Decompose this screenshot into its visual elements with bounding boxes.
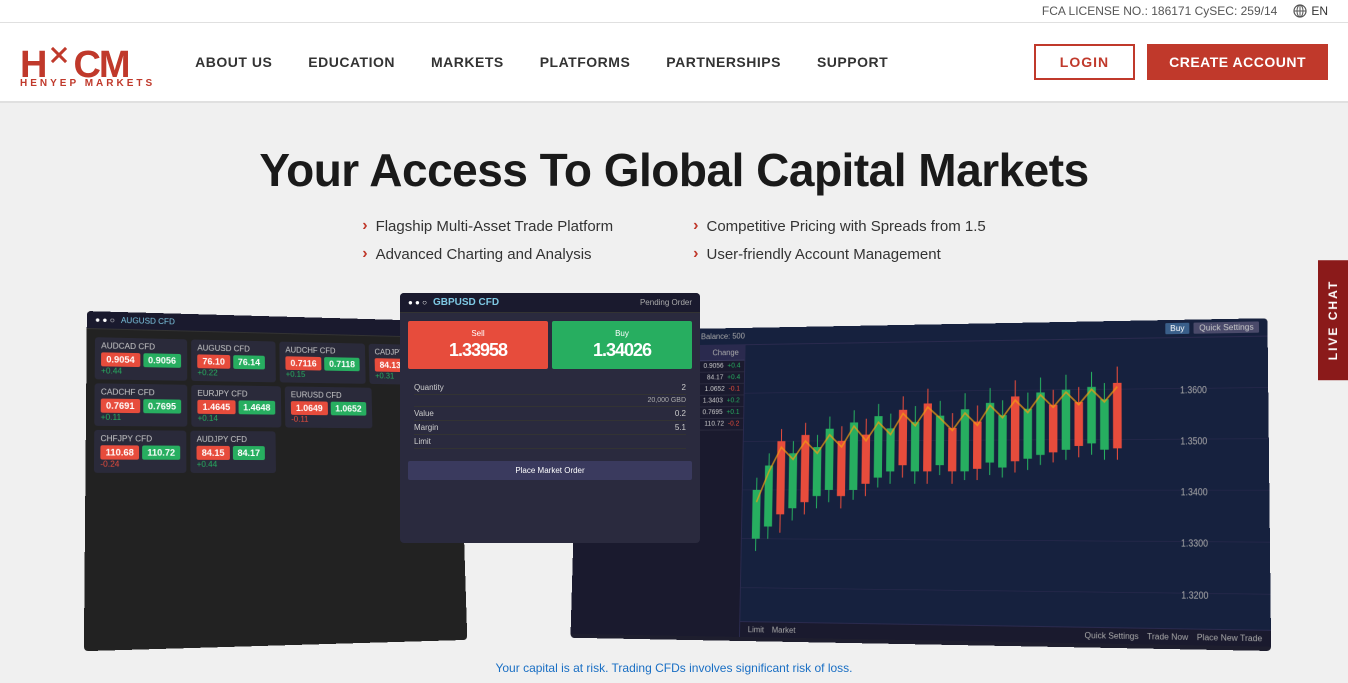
nav-platforms[interactable]: PLATFORMS bbox=[540, 50, 631, 74]
license-text: FCA LICENSE NO.: 186171 CySEC: 259/14 bbox=[1042, 4, 1277, 18]
nav-support[interactable]: SUPPORT bbox=[817, 50, 888, 74]
arrow-icon-3: › bbox=[693, 217, 698, 235]
svg-text:1.3300: 1.3300 bbox=[1181, 537, 1208, 549]
header-actions: LOGIN CREATE ACCOUNT bbox=[1034, 44, 1328, 80]
feature-4-text: User-friendly Account Management bbox=[706, 246, 940, 263]
platform-showcase: ● ● ○ AUGUSD CFD AUDCAD CFD0.90540.9056+… bbox=[60, 293, 1288, 653]
features-col-left: › Flagship Multi-Asset Trade Platform › … bbox=[362, 217, 613, 263]
feature-2: › Advanced Charting and Analysis bbox=[362, 245, 613, 263]
disclaimer-text: Your capital is at risk. Trading CFDs in… bbox=[495, 661, 852, 675]
feature-1: › Flagship Multi-Asset Trade Platform bbox=[362, 217, 613, 235]
svg-text:1.3400: 1.3400 bbox=[1181, 486, 1208, 498]
arrow-icon-2: › bbox=[362, 245, 367, 263]
nav-about-us[interactable]: ABOUT US bbox=[195, 50, 272, 74]
globe-icon bbox=[1293, 4, 1307, 18]
price-chart: 1.3600 1.3500 1.3400 1.3300 1.3200 bbox=[740, 337, 1271, 647]
feature-4: › User-friendly Account Management bbox=[693, 245, 986, 263]
disclaimer: Your capital is at risk. Trading CFDs in… bbox=[0, 653, 1348, 683]
features-col-right: › Competitive Pricing with Spreads from … bbox=[693, 217, 986, 263]
svg-text:1.3200: 1.3200 bbox=[1181, 589, 1208, 601]
nav-markets[interactable]: MARKETS bbox=[431, 50, 504, 74]
nav-partnerships[interactable]: PARTNERSHIPS bbox=[666, 50, 781, 74]
login-button[interactable]: LOGIN bbox=[1034, 44, 1135, 80]
order-panel-screen: ● ● ○ GBPUSD CFD Pending Order Sell 1.33… bbox=[400, 293, 700, 543]
main-nav: ABOUT US EDUCATION MARKETS PLATFORMS PAR… bbox=[195, 50, 1034, 74]
live-chat-label: LIVE CHAT bbox=[1326, 280, 1340, 360]
nav-education[interactable]: EDUCATION bbox=[308, 50, 395, 74]
live-chat-button[interactable]: LIVE CHAT bbox=[1318, 260, 1348, 380]
header: HCM HENYEP MARKETS ABOUT US EDUCATION MA… bbox=[0, 23, 1348, 103]
lang-label: EN bbox=[1311, 4, 1328, 18]
feature-1-text: Flagship Multi-Asset Trade Platform bbox=[376, 218, 614, 235]
arrow-icon-1: › bbox=[362, 217, 367, 235]
svg-text:1.3500: 1.3500 bbox=[1180, 435, 1207, 447]
language-selector[interactable]: EN bbox=[1293, 4, 1328, 18]
svg-text:1.3600: 1.3600 bbox=[1180, 384, 1207, 396]
hero-section: Your Access To Global Capital Markets › … bbox=[0, 103, 1348, 653]
top-bar: FCA LICENSE NO.: 186171 CySEC: 259/14 EN bbox=[0, 0, 1348, 23]
arrow-icon-4: › bbox=[693, 245, 698, 263]
hero-features: › Flagship Multi-Asset Trade Platform › … bbox=[60, 217, 1288, 263]
feature-2-text: Advanced Charting and Analysis bbox=[376, 246, 592, 263]
feature-3-text: Competitive Pricing with Spreads from 1.… bbox=[706, 218, 985, 235]
hero-title: Your Access To Global Capital Markets bbox=[60, 143, 1288, 197]
logo-subtitle: HENYEP MARKETS bbox=[20, 78, 155, 89]
feature-3: › Competitive Pricing with Spreads from … bbox=[693, 217, 986, 235]
create-account-button[interactable]: CREATE ACCOUNT bbox=[1147, 44, 1328, 80]
logo: HCM HENYEP MARKETS bbox=[20, 36, 155, 89]
